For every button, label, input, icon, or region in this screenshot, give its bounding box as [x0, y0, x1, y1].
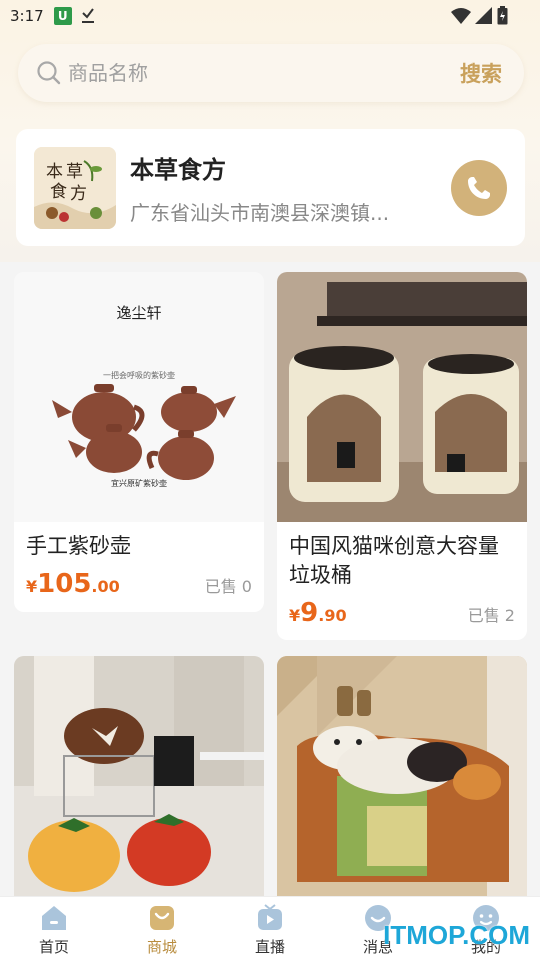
search-bar[interactable]: 搜索	[18, 44, 524, 102]
shop-address: 广东省汕头市南澳县深澳镇...	[130, 200, 390, 225]
nav-shop-label: 商城	[146, 938, 177, 956]
product-card[interactable]: 中国风猫咪创意大容量垃圾桶 ¥9.90 已售 2	[277, 272, 527, 640]
product-price: ¥9.90	[289, 598, 347, 628]
price-symbol: ¥	[26, 577, 38, 596]
home-icon	[42, 906, 66, 930]
shop-icon	[150, 906, 174, 930]
product-card[interactable]: 逸尘轩 一把会呼吸的紫砂壶 宜兴原矿紫砂壶 手工紫砂壶 ¥105.00 已售 0	[14, 272, 264, 612]
product-image-rug	[277, 656, 527, 906]
battery-icon	[497, 6, 508, 25]
status-time: 3:17	[10, 7, 44, 25]
call-button[interactable]	[451, 159, 507, 216]
shop-info: 本草食方 广东省汕头市南澳县深澳镇...	[130, 150, 451, 226]
product-price: ¥105.00	[26, 569, 120, 599]
nav-shop[interactable]: 商城	[108, 897, 216, 960]
download-done-icon	[81, 8, 94, 23]
teapot-brand-text: 逸尘轩	[116, 304, 161, 322]
product-card[interactable]	[14, 656, 264, 916]
price-decimal: .90	[318, 606, 347, 625]
product-title: 手工紫砂壶	[26, 534, 131, 558]
shop-logo-image: 本 草 食 方	[34, 146, 116, 229]
svg-text:本: 本	[46, 162, 63, 182]
shop-logo: 本 草 食 方	[34, 146, 116, 229]
nav-home-label: 首页	[38, 938, 69, 956]
signal-icon	[475, 6, 492, 24]
sold-count: 已售 0	[204, 577, 252, 596]
status-indicators	[451, 6, 508, 25]
product-meta: ¥9.90 已售 2	[277, 590, 527, 628]
product-title: 中国风猫咪创意大容量垃圾桶	[289, 534, 499, 587]
status-bar: 3:17 U	[0, 0, 540, 32]
nav-live-label: 直播	[254, 938, 285, 956]
search-button[interactable]: 搜索	[460, 58, 502, 88]
shop-card[interactable]: 本 草 食 方 本草食方 广东省汕头市南澳县深澳镇...	[16, 129, 525, 246]
price-decimal: .00	[91, 577, 120, 596]
product-image-cushion	[14, 656, 264, 906]
svg-text:食: 食	[50, 182, 67, 202]
product-image-trash-bin	[277, 272, 527, 522]
app-notification-icon: U	[53, 7, 72, 25]
svg-text:草: 草	[66, 162, 83, 182]
shop-name: 本草食方	[130, 155, 226, 184]
sold-count: 已售 2	[467, 606, 515, 625]
price-symbol: ¥	[289, 606, 301, 625]
price-integer: 105	[37, 569, 92, 599]
product-image-teapot: 逸尘轩 一把会呼吸的紫砂壶 宜兴原矿紫砂壶	[14, 272, 264, 522]
watermark: ITMOP.COM	[383, 920, 530, 950]
phone-icon	[468, 176, 490, 199]
nav-home[interactable]: 首页	[0, 897, 108, 960]
svg-text:方: 方	[70, 184, 87, 204]
search-input[interactable]	[68, 61, 460, 85]
wifi-icon	[451, 7, 471, 24]
search-icon	[37, 61, 61, 85]
product-card[interactable]	[277, 656, 527, 916]
teapot-tagline-text: 一把会呼吸的紫砂壶	[103, 370, 175, 380]
live-icon	[258, 904, 282, 930]
product-meta: ¥105.00 已售 0	[14, 561, 264, 599]
nav-live[interactable]: 直播	[216, 897, 324, 960]
teapot-product-text: 宜兴原矿紫砂壶	[111, 478, 167, 488]
price-integer: 9	[300, 598, 319, 628]
